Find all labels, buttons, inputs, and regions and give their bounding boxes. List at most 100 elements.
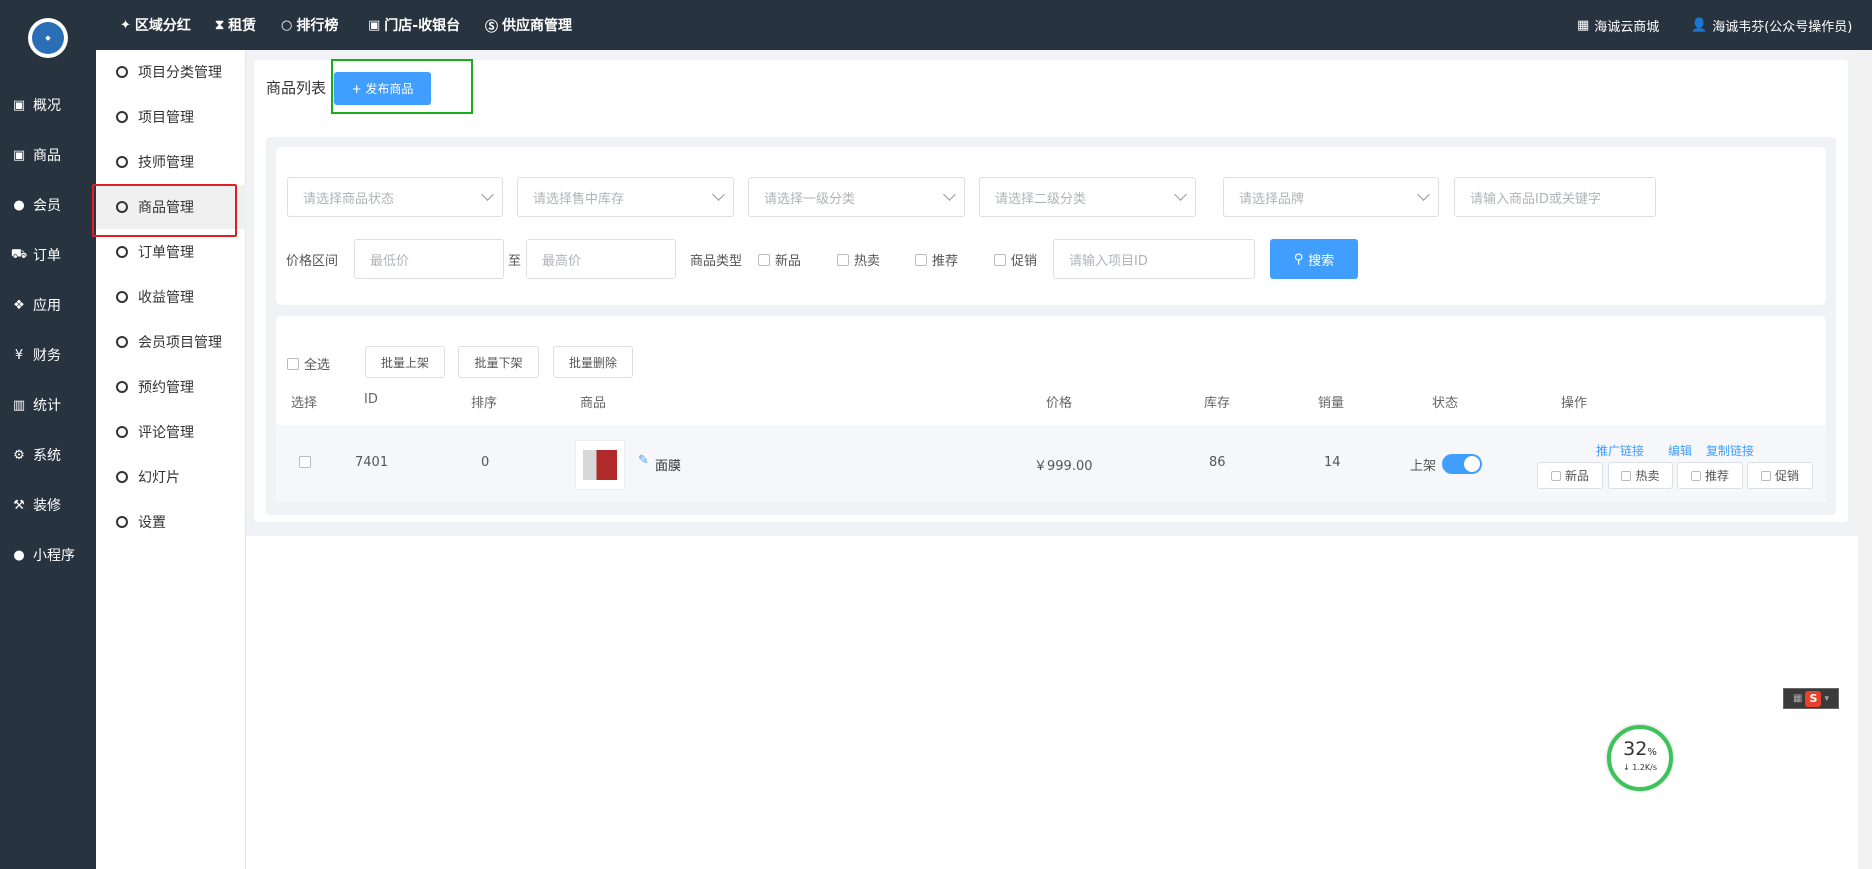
type-promo-checkbox[interactable]: 促销 <box>994 250 1037 269</box>
cell-sort: 0 <box>481 455 490 470</box>
cell-sales: 14 <box>1324 455 1341 470</box>
sidebar-item-miniprogram[interactable]: ● 小程序 <box>0 530 96 580</box>
subnav-item[interactable]: 设置 <box>96 500 246 544</box>
sidebar-item-decorate[interactable]: ⚒ 装修 <box>0 480 96 530</box>
logo-mark: ◆ <box>32 22 64 54</box>
logo[interactable]: ◆ <box>28 18 68 58</box>
batch-delete-button[interactable]: 批量删除 <box>553 346 633 378</box>
scrollbar[interactable] <box>1858 50 1872 869</box>
min-price-input[interactable]: 最低价 <box>354 239 504 279</box>
topmenu-region-dividend[interactable]: ✦ 区域分红 <box>120 0 191 50</box>
sidebar-item-label: 会员 <box>33 198 61 214</box>
search-button[interactable]: ⚲ 搜索 <box>1270 239 1358 279</box>
subnav-item[interactable]: 项目分类管理 <box>96 50 246 94</box>
tag-hot-toggle[interactable]: 热卖 <box>1608 462 1673 489</box>
input-placeholder: 最低价 <box>370 253 410 269</box>
category2-select[interactable]: 请选择二级分类 <box>979 177 1196 217</box>
promo-link[interactable]: 推广链接 <box>1596 442 1644 459</box>
chevron-down-icon <box>712 188 725 201</box>
subnav-item[interactable]: 评论管理 <box>96 410 246 454</box>
type-hot-checkbox[interactable]: 热卖 <box>837 250 880 269</box>
batch-off-shelf-button[interactable]: 批量下架 <box>458 346 539 378</box>
tag-label: 热卖 <box>1635 469 1660 483</box>
subnav-label: 订单管理 <box>138 245 194 261</box>
subnav-item[interactable]: 幻灯片 <box>96 455 246 499</box>
goods-type-label: 商品类型 <box>690 254 743 269</box>
status-select[interactable]: 请选择商品状态 <box>287 177 503 217</box>
topmenu-store-cashier[interactable]: ▣ 门店-收银台 <box>368 0 460 50</box>
max-price-input[interactable]: 最高价 <box>526 239 676 279</box>
input-placeholder: 请输入项目ID <box>1069 253 1148 269</box>
sidebar-item-orders[interactable]: ⛟ 订单 <box>0 230 96 280</box>
toggle-knob <box>1464 456 1480 472</box>
type-new-checkbox[interactable]: 新品 <box>758 250 801 269</box>
type-recommend-checkbox[interactable]: 推荐 <box>915 250 958 269</box>
column-header: 库存 <box>1204 396 1231 411</box>
category1-select[interactable]: 请选择一级分类 <box>748 177 965 217</box>
search-icon: ⚲ <box>1293 251 1304 267</box>
status-toggle[interactable] <box>1442 454 1482 474</box>
subnav-label: 幻灯片 <box>138 470 180 486</box>
topmenu-label: 排行榜 <box>296 18 339 34</box>
network-speed-widget[interactable]: 32% ↓ 1.2K/s <box>1607 725 1673 791</box>
sidebar-item-label: 装修 <box>33 498 61 514</box>
project-id-input[interactable]: 请输入项目ID <box>1053 239 1255 279</box>
subnav-item[interactable]: 预约管理 <box>96 365 246 409</box>
grid-icon: ▦ <box>1793 693 1803 704</box>
stock-select[interactable]: 请选择售中库存 <box>517 177 734 217</box>
product-image <box>583 450 617 480</box>
select-all-checkbox[interactable]: 全选 <box>287 354 330 373</box>
main-sidebar: ◆ ▣ 概况 ▣ 商品 ● 会员 ⛟ 订单 ❖ 应用 ¥ 财务 ▥ 统计 ⚙ 系统 ⚒ 装修 ● 小… <box>0 0 96 869</box>
circle-icon: ○ <box>281 17 293 33</box>
tag-recommend-toggle[interactable]: 推荐 <box>1677 462 1743 489</box>
ime-toolbar[interactable]: ▦ S ▾ <box>1783 688 1839 709</box>
checkbox-label: 推荐 <box>932 254 959 269</box>
topmenu-lease[interactable]: ⧗ 租赁 <box>215 0 256 50</box>
subnav-item[interactable]: 项目管理 <box>96 95 246 139</box>
sidebar-item-label: 商品 <box>33 148 61 164</box>
column-header: 状态 <box>1432 396 1459 411</box>
topmenu-label: 供应商管理 <box>502 18 573 34</box>
circle-icon <box>116 426 128 438</box>
subnav-item[interactable]: 技师管理 <box>96 140 246 184</box>
subnav-item[interactable]: 收益管理 <box>96 275 246 319</box>
user-menu[interactable]: 👤 海诚韦芬(公众号操作员) <box>1691 0 1852 50</box>
subnav-label: 预约管理 <box>138 380 194 396</box>
tag-new-toggle[interactable]: 新品 <box>1537 462 1603 489</box>
sidebar-item-goods[interactable]: ▣ 商品 <box>0 130 96 180</box>
tag-promo-toggle[interactable]: 促销 <box>1747 462 1813 489</box>
cell-product-name: 面膜 <box>655 459 682 474</box>
topmenu-ranking[interactable]: ○ 排行榜 <box>281 0 338 50</box>
sidebar-item-apps[interactable]: ❖ 应用 <box>0 280 96 330</box>
edit-link[interactable]: 编辑 <box>1668 442 1692 459</box>
edit-pencil-icon[interactable]: ✎ <box>638 453 649 468</box>
column-header: 销量 <box>1318 396 1345 411</box>
subnav-label: 项目管理 <box>138 110 194 126</box>
cash-icon: ▣ <box>368 17 381 33</box>
row-checkbox[interactable] <box>299 456 311 468</box>
topmenu-supplier[interactable]: Ⓢ 供应商管理 <box>485 0 572 50</box>
chevron-down-icon: ▾ <box>1824 693 1829 704</box>
speed-percent-value: 32 <box>1623 738 1648 760</box>
sidebar-item-stats[interactable]: ▥ 统计 <box>0 380 96 430</box>
stats-icon: ▥ <box>12 397 26 413</box>
product-thumbnail[interactable] <box>575 440 625 490</box>
column-header: ID <box>364 392 378 407</box>
keyword-input[interactable]: 请输入商品ID或关键字 <box>1454 177 1656 217</box>
sidebar-item-overview[interactable]: ▣ 概况 <box>0 80 96 130</box>
brand-select[interactable]: 请选择品牌 <box>1223 177 1439 217</box>
topmenu-label: 门店-收银台 <box>384 18 461 34</box>
checkbox-label: 全选 <box>304 358 331 373</box>
skype-icon: Ⓢ <box>485 19 499 35</box>
store-switch[interactable]: ▦ 海诚云商城 <box>1577 0 1659 50</box>
select-placeholder: 请选择二级分类 <box>995 191 1087 207</box>
column-header: 选择 <box>291 396 318 411</box>
column-header: 操作 <box>1561 396 1588 411</box>
subnav-item[interactable]: 会员项目管理 <box>96 320 246 364</box>
pin-icon: ✦ <box>120 17 131 33</box>
batch-on-shelf-button[interactable]: 批量上架 <box>365 346 445 378</box>
sidebar-item-finance[interactable]: ¥ 财务 <box>0 330 96 380</box>
copy-link[interactable]: 复制链接 <box>1706 442 1754 459</box>
sidebar-item-members[interactable]: ● 会员 <box>0 180 96 230</box>
sidebar-item-system[interactable]: ⚙ 系统 <box>0 430 96 480</box>
